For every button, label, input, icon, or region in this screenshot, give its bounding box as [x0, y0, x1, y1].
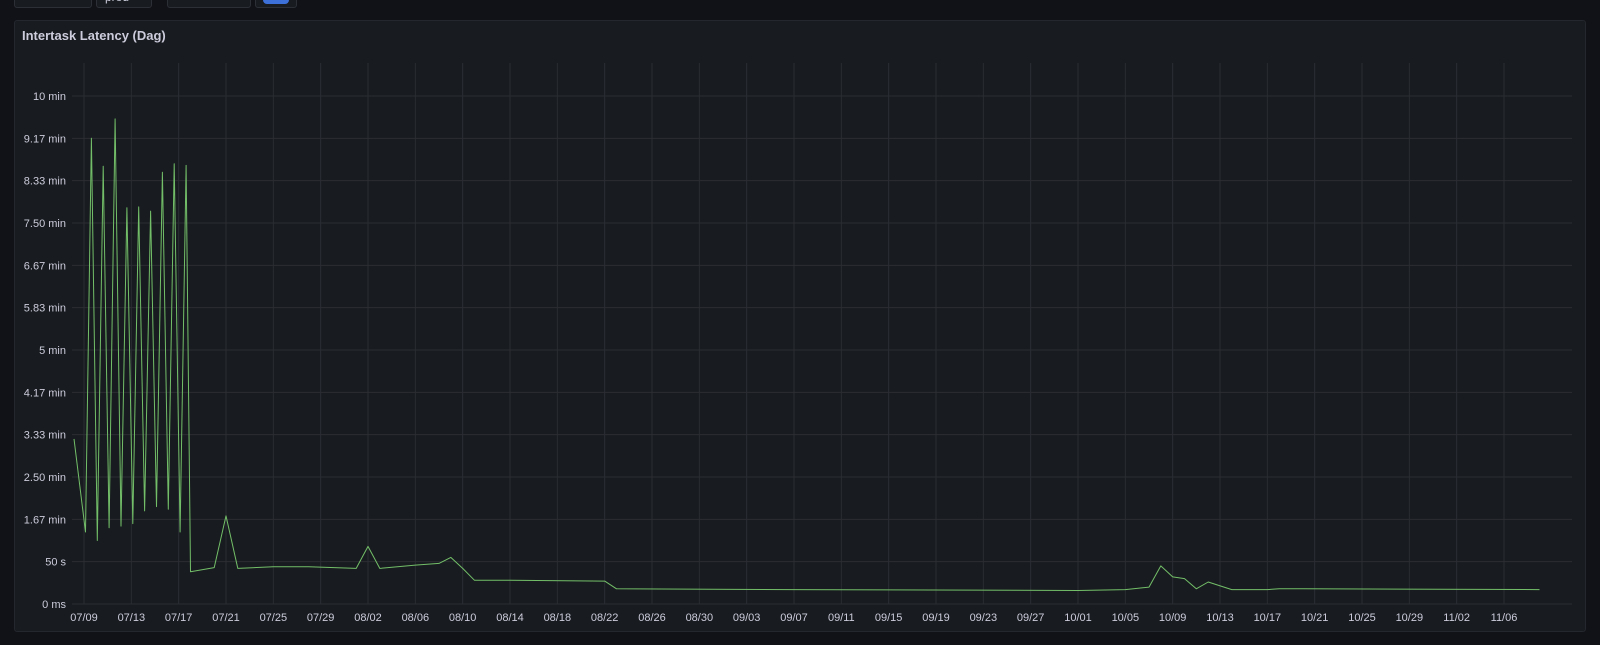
x-tick-label: 08/30 [686, 612, 714, 624]
x-tick-label: 08/10 [449, 612, 477, 624]
x-tick-label: 10/25 [1348, 612, 1376, 624]
x-tick-label: 08/22 [591, 612, 619, 624]
x-tick-label: 11/02 [1443, 612, 1470, 624]
x-tick-label: 10/05 [1112, 612, 1140, 624]
x-tick-label: 08/06 [402, 612, 430, 624]
y-tick-label: 4.17 min [24, 387, 66, 399]
x-tick-label: 07/13 [118, 612, 146, 624]
x-tick-label: 11/06 [1491, 612, 1518, 624]
x-tick-label: 09/03 [733, 612, 761, 624]
x-tick-label: 10/09 [1159, 612, 1187, 624]
latency-chart: 0 ms 50 s 1.67 min 2.50 min 3.33 min 4.17 min… [24, 63, 1572, 624]
x-tick-label: 09/19 [922, 612, 950, 624]
x-tick-label: 10/21 [1301, 612, 1329, 624]
x-tick-label: 10/13 [1206, 612, 1234, 624]
y-tick-label: 6.67 min [24, 260, 66, 272]
x-tick-label: 10/29 [1396, 612, 1424, 624]
x-tick-label: 07/29 [307, 612, 335, 624]
x-tick-label: 08/14 [496, 612, 524, 624]
x-tick-label: 07/21 [212, 612, 240, 624]
y-tick-label: 0 ms [42, 599, 66, 611]
x-tick-label: 08/26 [638, 612, 666, 624]
x-tick-label: 09/11 [828, 612, 855, 624]
y-axis: 0 ms 50 s 1.67 min 2.50 min 3.33 min 4.17 min… [24, 91, 67, 611]
y-tick-label: 9.17 min [24, 133, 66, 145]
y-tick-label: 1.67 min [24, 514, 66, 526]
y-tick-label: 7.50 min [24, 218, 66, 230]
y-tick-label: 10 min [33, 91, 66, 103]
x-tick-label: 07/17 [165, 612, 193, 624]
x-tick-label: 09/27 [1017, 612, 1045, 624]
y-tick-label: 8.33 min [24, 176, 66, 188]
x-tick-label: 09/23 [970, 612, 998, 624]
y-tick-label: 2.50 min [24, 472, 66, 484]
x-tick-label: 07/25 [260, 612, 288, 624]
x-tick-label: 10/01 [1064, 612, 1092, 624]
chart-grid [72, 63, 1572, 605]
x-tick-label: 10/17 [1254, 612, 1282, 624]
x-axis: 07/09 07/13 07/17 07/21 07/25 07/29 08/02 08/06… [70, 612, 1517, 624]
y-tick-label: 50 s [45, 557, 66, 569]
x-tick-label: 09/15 [875, 612, 903, 624]
y-tick-label: 5 min [39, 345, 66, 357]
y-tick-label: 3.33 min [24, 430, 66, 442]
x-tick-label: 07/09 [70, 612, 98, 624]
y-tick-label: 5.83 min [24, 303, 66, 315]
x-tick-label: 09/07 [780, 612, 808, 624]
x-tick-label: 08/02 [354, 612, 382, 624]
x-tick-label: 08/18 [544, 612, 572, 624]
